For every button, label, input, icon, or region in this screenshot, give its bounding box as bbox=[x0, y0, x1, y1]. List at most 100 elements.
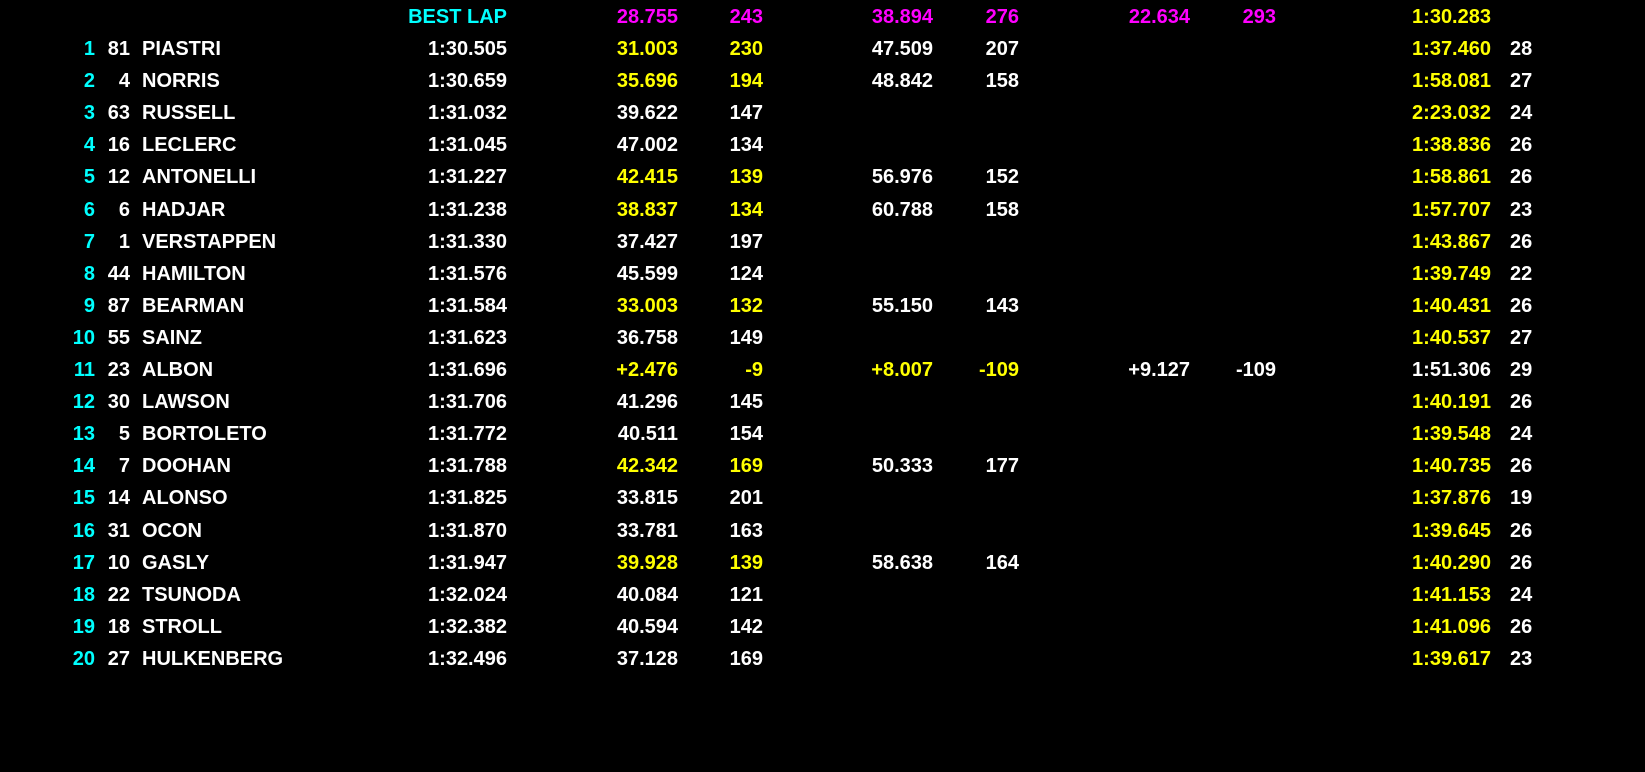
sector-1-speed: 147 bbox=[729, 102, 763, 125]
sector-3-time bbox=[1080, 99, 1190, 127]
table-row: 18 22 TSUNODA 1:32.024 40.084 121 1:41.153 24 bbox=[0, 581, 1645, 609]
sector-2-speed bbox=[950, 645, 1019, 673]
sector-2-time: 60.788 bbox=[871, 198, 933, 221]
sector-1-speed: 121 bbox=[729, 583, 763, 606]
sector-3-time bbox=[1080, 260, 1190, 288]
driver-position: 9 bbox=[83, 294, 95, 317]
sector-2-speed bbox=[950, 613, 1019, 641]
sector-2-time: 58.638 bbox=[871, 551, 933, 574]
sector-3-time bbox=[1080, 228, 1190, 256]
sector-2-time bbox=[820, 388, 933, 416]
driver-number: 55 bbox=[107, 326, 130, 349]
sector-2-time bbox=[820, 420, 933, 448]
sector-1-speed: 230 bbox=[729, 38, 763, 60]
last-lap-time: 1:57.707 bbox=[1412, 198, 1491, 221]
driver-position: 20 bbox=[72, 647, 95, 670]
lap-count: 23 bbox=[1510, 647, 1533, 670]
last-lap-time: 1:39.617 bbox=[1412, 647, 1491, 670]
sector-3-time bbox=[1080, 131, 1190, 159]
sector-1-speed: 154 bbox=[729, 423, 763, 446]
sector-3-speed bbox=[1200, 228, 1276, 256]
sector-3-speed bbox=[1200, 645, 1276, 673]
sector-2-time bbox=[820, 324, 933, 352]
lap-count: 26 bbox=[1510, 615, 1533, 638]
driver-number: 10 bbox=[107, 551, 130, 574]
sector-1-time: 39.622 bbox=[616, 102, 678, 125]
best-lap-row: BEST LAP 28.755 243 38.894 276 22.634 29… bbox=[0, 3, 1645, 31]
best-sector-1-speed: 243 bbox=[729, 6, 763, 28]
sector-1-time: 40.594 bbox=[616, 615, 678, 638]
driver-position: 8 bbox=[83, 262, 95, 285]
sector-3-time bbox=[1080, 452, 1190, 480]
sector-1-speed: 124 bbox=[729, 262, 763, 285]
sector-1-speed: 145 bbox=[729, 391, 763, 414]
driver-position: 11 bbox=[73, 359, 95, 381]
driver-position: 10 bbox=[72, 326, 95, 349]
sector-3-speed bbox=[1200, 388, 1276, 416]
sector-3-time bbox=[1080, 645, 1190, 673]
sector-2-speed bbox=[950, 517, 1019, 545]
driver-number: 6 bbox=[118, 198, 130, 221]
sector-2-speed: 158 bbox=[985, 70, 1019, 93]
sector-3-time bbox=[1080, 581, 1190, 609]
sector-1-time: 45.599 bbox=[616, 262, 678, 285]
driver-position: 3 bbox=[83, 102, 95, 125]
lap-count: 23 bbox=[1510, 198, 1533, 221]
table-row: 1 81 PIASTRI 1:30.505 31.003 230 47.509 207 1:37… bbox=[0, 35, 1645, 63]
table-row: 9 87 BEARMAN 1:31.584 33.003 132 55.150 143 1:40… bbox=[0, 292, 1645, 320]
sector-2-speed: 158 bbox=[985, 198, 1019, 221]
sector-3-time bbox=[1080, 549, 1190, 577]
sector-1-time: 36.758 bbox=[616, 326, 678, 349]
best-time: 1:31.772 bbox=[428, 423, 507, 446]
sector-3-speed bbox=[1200, 452, 1276, 480]
driver-position: 16 bbox=[72, 519, 95, 542]
sector-2-time: 55.150 bbox=[871, 294, 933, 317]
driver-position: 4 bbox=[83, 134, 95, 157]
sector-2-speed bbox=[950, 484, 1019, 512]
sector-1-time: 33.815 bbox=[616, 487, 678, 510]
best-lap-time: 1:30.283 bbox=[1412, 6, 1491, 28]
best-time: 1:31.870 bbox=[428, 519, 507, 542]
driver-position: 5 bbox=[83, 166, 95, 189]
sector-1-speed: 139 bbox=[729, 551, 763, 574]
sector-3-speed bbox=[1200, 131, 1276, 159]
last-lap-time: 1:58.861 bbox=[1412, 166, 1491, 189]
last-lap-time: 1:41.096 bbox=[1412, 615, 1491, 638]
driver-position: 13 bbox=[72, 423, 95, 446]
sector-2-speed: 164 bbox=[985, 551, 1019, 574]
sector-2-speed bbox=[950, 420, 1019, 448]
sector-1-time: 35.696 bbox=[616, 70, 678, 93]
lap-count: 29 bbox=[1510, 359, 1533, 381]
sector-3-speed bbox=[1200, 420, 1276, 448]
best-time: 1:31.788 bbox=[428, 455, 507, 478]
last-lap-time: 1:39.749 bbox=[1412, 262, 1491, 285]
lap-count: 24 bbox=[1510, 583, 1533, 606]
driver-position: 14 bbox=[72, 455, 95, 478]
table-row: 10 55 SAINZ 1:31.623 36.758 149 1:40.537 27 bbox=[0, 324, 1645, 352]
table-row: 5 12 ANTONELLI 1:31.227 42.415 139 56.976 152 1:… bbox=[0, 163, 1645, 191]
best-sector-2-speed: 276 bbox=[985, 6, 1019, 28]
driver-position: 17 bbox=[72, 551, 95, 574]
last-lap-time: 1:41.153 bbox=[1412, 583, 1491, 606]
driver-number: 44 bbox=[107, 262, 130, 285]
driver-position: 6 bbox=[83, 198, 95, 221]
table-row: 7 1 VERSTAPPEN 1:31.330 37.427 197 1:43.867 26 bbox=[0, 228, 1645, 256]
last-lap-time: 1:58.081 bbox=[1412, 70, 1491, 93]
sector-3-speed bbox=[1200, 581, 1276, 609]
sector-2-speed bbox=[950, 99, 1019, 127]
driver-number: 1 bbox=[118, 230, 130, 253]
sector-3-time bbox=[1080, 35, 1190, 63]
best-time: 1:31.032 bbox=[428, 102, 507, 125]
best-time: 1:31.947 bbox=[428, 551, 507, 574]
last-lap-time: 1:40.537 bbox=[1412, 326, 1491, 349]
table-row: 15 14 ALONSO 1:31.825 33.815 201 1:37.876 19 bbox=[0, 484, 1645, 512]
last-lap-time: 1:37.876 bbox=[1412, 487, 1491, 510]
sector-1-speed: -9 bbox=[745, 359, 763, 381]
sector-2-time bbox=[820, 645, 933, 673]
table-row: 3 63 RUSSELL 1:31.032 39.622 147 2:23.032 24 bbox=[0, 99, 1645, 127]
lap-count: 26 bbox=[1510, 166, 1533, 189]
table-row: 14 7 DOOHAN 1:31.788 42.342 169 50.333 177 1:40.… bbox=[0, 452, 1645, 480]
best-time: 1:31.696 bbox=[428, 359, 507, 381]
lap-count: 26 bbox=[1510, 519, 1533, 542]
table-row: 11 23 ALBON 1:31.696 +2.476 -9 +8.007 -109 +9.12… bbox=[0, 356, 1645, 384]
